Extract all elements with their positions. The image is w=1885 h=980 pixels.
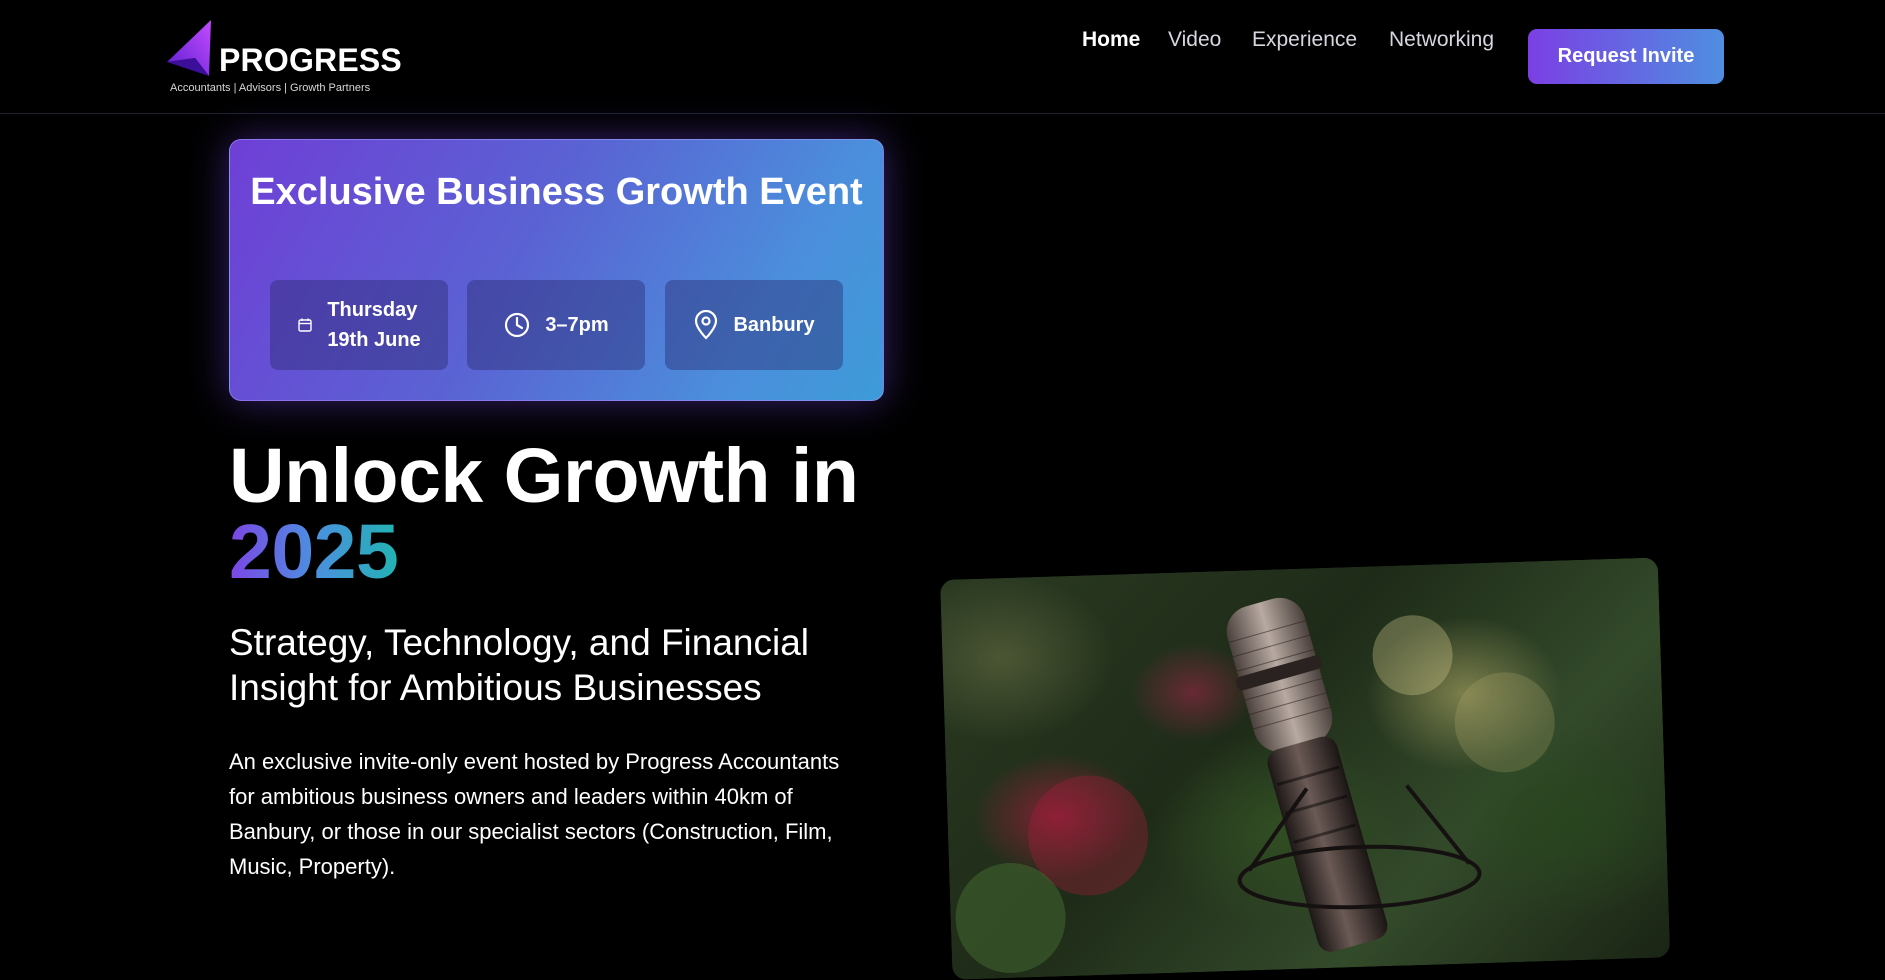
site-header: PROGRESS Accountants | Advisors | Growth… — [0, 0, 1885, 114]
event-location: Banbury — [733, 313, 815, 336]
event-title: Exclusive Business Growth Event — [250, 171, 863, 213]
event-date-day: Thursday — [327, 299, 418, 321]
logo-wordmark: PROGRESS — [219, 42, 402, 78]
microphone-illustration — [955, 597, 1555, 973]
event-date-date: 19th June — [327, 329, 421, 351]
event-time-pill: 3–7pm — [467, 280, 645, 370]
nav-networking[interactable]: Networking — [1389, 28, 1494, 52]
calendar-icon — [297, 317, 313, 333]
hero-title-year: 2025 — [229, 509, 399, 595]
nav-home[interactable]: Home — [1082, 28, 1140, 52]
event-card: Exclusive Business Growth Event Thursday… — [229, 139, 884, 401]
hero-subtitle: Strategy, Technology, and Financial Insi… — [229, 622, 810, 708]
hero-title-line: Unlock Growth in — [229, 433, 859, 519]
nav-experience[interactable]: Experience — [1252, 28, 1357, 52]
logo-arrow-icon — [167, 20, 211, 76]
nav-video[interactable]: Video — [1168, 28, 1221, 52]
microphone-photo — [940, 557, 1671, 980]
hero-description: An exclusive invite-only event hosted by… — [229, 749, 840, 879]
logo[interactable]: PROGRESS Accountants | Advisors | Growth… — [165, 18, 402, 98]
map-pin-icon — [693, 310, 719, 340]
logo-tagline: Accountants | Advisors | Growth Partners — [170, 82, 371, 94]
hero-title: Unlock Growth in 2025 — [229, 438, 929, 595]
event-date-pill: Thursday 19th June — [270, 280, 448, 370]
request-invite-button[interactable]: Request Invite — [1528, 29, 1724, 84]
event-location-pill: Banbury — [665, 280, 843, 370]
clock-icon — [503, 311, 531, 339]
event-time: 3–7pm — [545, 313, 609, 336]
